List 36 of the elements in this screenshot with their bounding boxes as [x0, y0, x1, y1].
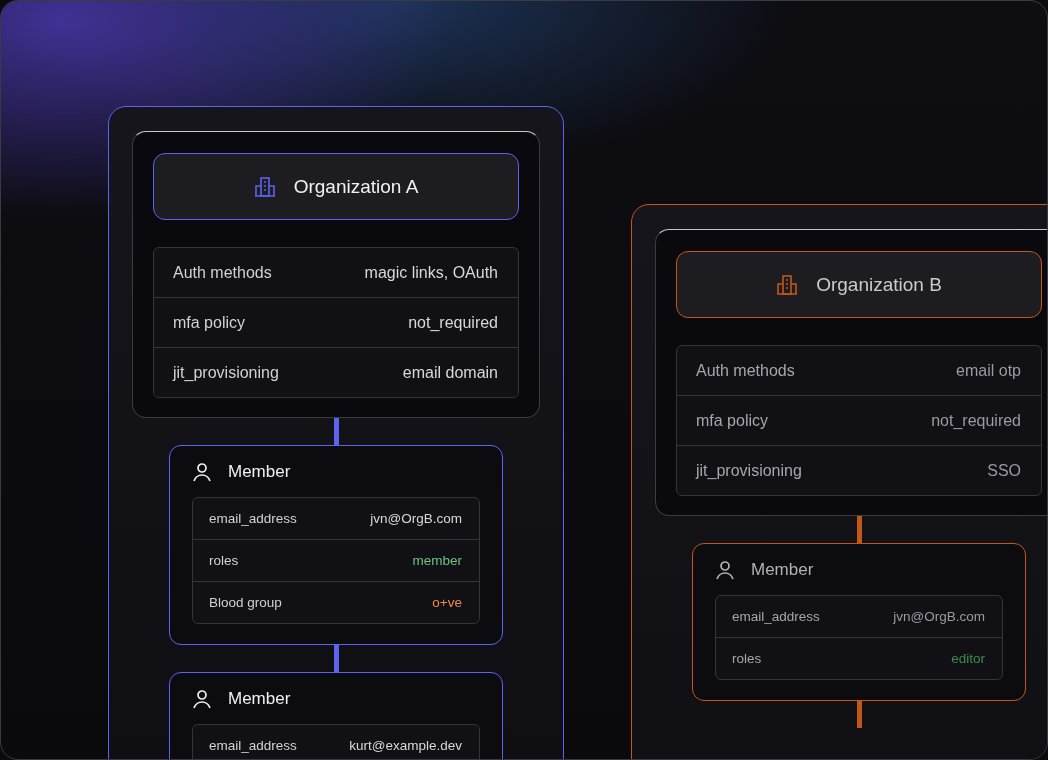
person-icon: [192, 462, 212, 482]
field-value: jvn@OrgB.com: [370, 511, 462, 526]
setting-label: Auth methods: [696, 361, 795, 380]
setting-value: email domain: [402, 363, 498, 382]
field-value: member: [412, 553, 462, 568]
field-label: roles: [732, 651, 762, 666]
person-icon: [192, 689, 212, 709]
setting-value: not_required: [931, 411, 1021, 430]
setting-value: not_required: [408, 313, 498, 332]
person-icon: [715, 560, 735, 580]
member-title: Member: [228, 689, 291, 709]
field-value: jvn@OrgB.com: [893, 609, 985, 624]
field-label: email_address: [732, 609, 820, 624]
field-label: email_address: [209, 511, 297, 526]
org-name: Organization A: [293, 175, 419, 198]
setting-label: Auth methods: [173, 263, 272, 282]
setting-label: mfa policy: [173, 313, 246, 332]
org-name: Organization B: [816, 273, 942, 296]
setting-value: email otp: [956, 361, 1021, 380]
field-label: email_address: [209, 738, 297, 753]
building-icon: [776, 273, 799, 296]
building-icon: [253, 175, 276, 198]
member-title: Member: [228, 462, 291, 482]
setting-value: SSO: [987, 461, 1021, 480]
setting-value: magic links, OAuth: [364, 263, 498, 282]
field-label: roles: [209, 553, 239, 568]
field-value: o+ve: [432, 595, 462, 610]
field-value: editor: [951, 651, 985, 666]
org-header[interactable]: Organization A: [153, 153, 519, 220]
field-label: Blood group: [209, 595, 282, 610]
member-title: Member: [751, 560, 814, 580]
setting-label: jit_provisioning: [173, 363, 279, 382]
setting-label: mfa policy: [696, 411, 769, 430]
field-value: kurt@example.dev: [349, 738, 462, 753]
setting-label: jit_provisioning: [696, 461, 802, 480]
org-header[interactable]: Organization B: [676, 251, 1042, 318]
